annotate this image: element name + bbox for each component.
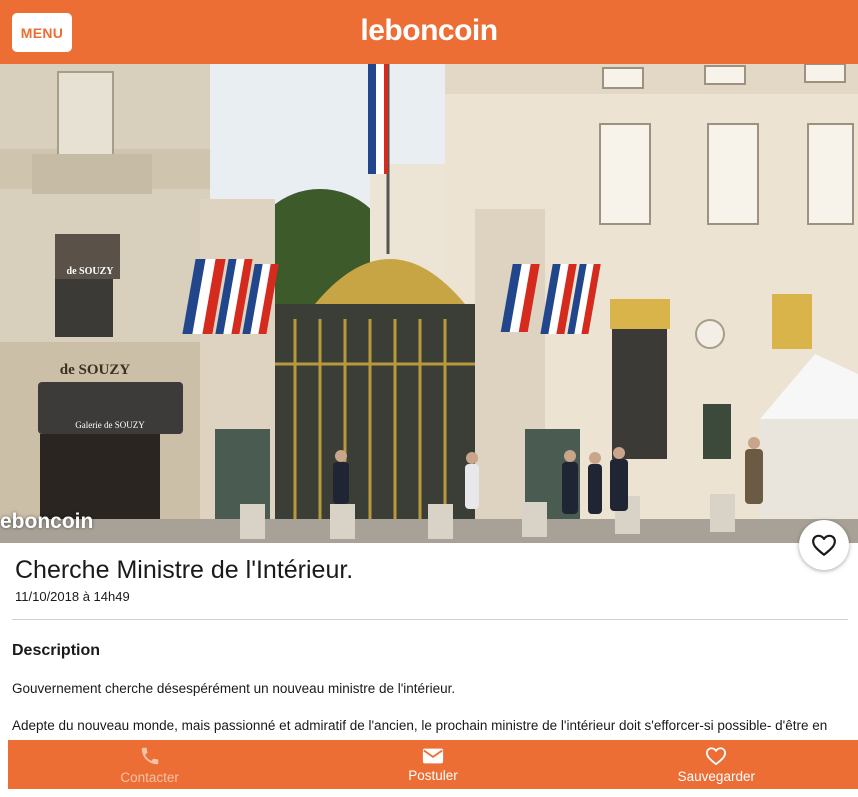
contact-button[interactable]: Contacter [8, 740, 291, 789]
heart-icon [706, 746, 727, 765]
leboncoin-watermark: eboncoin [0, 510, 94, 533]
ministry-building-illustration: de SOUZY de SOUZY Galerie de SOUZY [0, 64, 858, 543]
divider [12, 619, 848, 620]
description-paragraph-1: Gouvernement cherche désespérément un no… [12, 681, 456, 696]
leboncoin-logo[interactable]: leboncoin [0, 14, 858, 48]
souzy-small-sign: de SOUZY [67, 266, 115, 277]
ad-date: 11/10/2018 à 14h49 [15, 589, 130, 604]
description-heading: Description [12, 642, 101, 659]
save-button[interactable]: Sauvegarder [575, 740, 858, 789]
bottom-action-bar: Contacter Postuler Sauvegarder [8, 740, 858, 789]
heart-outline-icon [812, 534, 836, 556]
contact-label: Contacter [120, 769, 179, 785]
envelope-icon [422, 748, 444, 763]
ad-title: Cherche Ministre de l'Intérieur. [15, 556, 354, 584]
favorite-button[interactable] [799, 520, 849, 570]
top-header: MENU leboncoin [0, 0, 858, 64]
description-paragraph-2: Adepte du nouveau monde, mais passionné … [12, 718, 828, 733]
ad-photo[interactable]: de SOUZY de SOUZY Galerie de SOUZY [0, 64, 858, 543]
souzy-big-sign: de SOUZY [60, 362, 131, 378]
save-label: Sauvegarder [677, 768, 755, 784]
galerie-sign: Galerie de SOUZY [75, 420, 145, 430]
apply-button[interactable]: Postuler [291, 740, 574, 789]
phone-icon [141, 747, 158, 764]
apply-label: Postuler [408, 767, 458, 783]
